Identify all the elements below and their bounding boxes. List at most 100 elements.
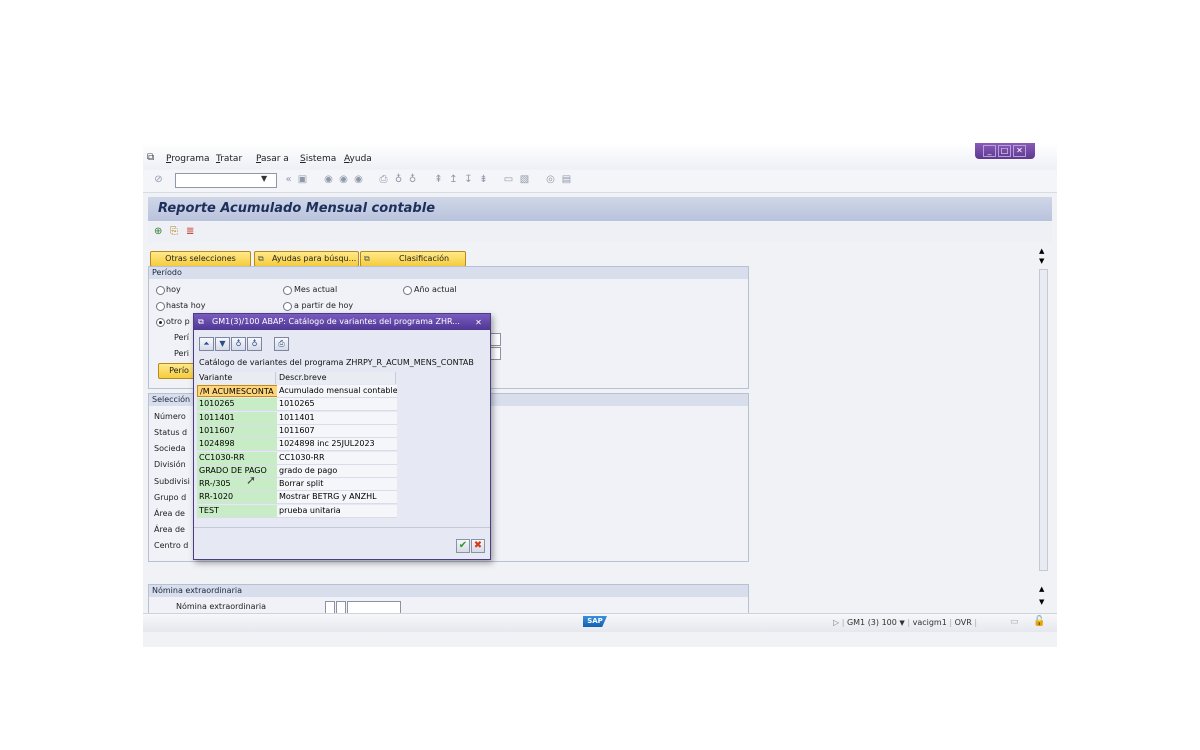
description-cell[interactable]: 1011401 [277, 411, 397, 425]
find-next-icon[interactable]: ♁ [407, 174, 418, 185]
execute-icon[interactable]: ⊕ [154, 226, 162, 237]
system-dropdown-icon[interactable]: ▼ [899, 619, 904, 627]
variant-cell[interactable]: RR-/305 [197, 478, 277, 492]
dialog-title-bar[interactable]: ⧉ GM1(3)/100 ABAP: Catálogo de variantes… [194, 314, 490, 330]
print-icon[interactable]: ⎙ [378, 174, 389, 185]
radio-hasta-hoy[interactable] [156, 302, 165, 311]
table-row[interactable]: 1010265 1010265 [197, 398, 397, 412]
sort-button[interactable]: ⧉ Clasificación [360, 251, 466, 267]
help-icon[interactable]: ◎ [545, 174, 556, 185]
scroll-down-bottom-icon[interactable]: ▼ [1039, 598, 1044, 606]
description-cell[interactable]: CC1030-RR [277, 451, 397, 465]
variant-catalog-dialog: ⧉ GM1(3)/100 ABAP: Catálogo de variantes… [193, 313, 491, 560]
variant-cell[interactable]: CC1030-RR [197, 451, 277, 465]
scroll-track[interactable] [1039, 269, 1048, 571]
user-name: vacigm1 [912, 618, 947, 627]
column-header-variante[interactable]: Variante [197, 372, 276, 384]
description-cell[interactable]: prueba unitaria [277, 504, 397, 518]
variant-cell[interactable]: 1010265 [197, 398, 277, 412]
find-icon[interactable]: ♁ [393, 174, 404, 185]
dialog-close-icon[interactable]: ✕ [474, 318, 483, 327]
variant-cell[interactable]: GRADO DE PAGO [197, 464, 277, 478]
system-name[interactable]: GM1 (3) 100 [847, 618, 897, 627]
description-cell[interactable]: 1010265 [277, 398, 397, 412]
scroll-up-icon[interactable]: ▲ [1039, 247, 1044, 255]
filter-icon[interactable]: ▼ [215, 337, 230, 351]
find-icon[interactable]: ♁ [231, 337, 246, 351]
radio-mes-actual[interactable] [283, 286, 292, 295]
minimize-button[interactable]: _ [983, 145, 996, 157]
other-selections-button[interactable]: Otras selecciones [150, 251, 251, 267]
menu-sistema[interactable]: Sistema [300, 154, 336, 164]
variant-cell[interactable]: 1011607 [197, 424, 277, 438]
field-subdivision: Subdivisi [154, 477, 190, 486]
variant-cell[interactable]: 1011401 [197, 411, 277, 425]
find-next-icon[interactable]: ♁ [247, 337, 262, 351]
layout-icon[interactable]: ▤ [561, 174, 572, 185]
command-dropdown-icon[interactable]: ▼ [261, 174, 267, 183]
next-page-icon[interactable]: ↧ [463, 174, 474, 185]
menu-tratar[interactable]: Tratar [216, 154, 242, 164]
variant-cell[interactable]: /M ACUMESCONTA [197, 385, 279, 397]
vertical-scrollbar[interactable]: ▲ ▼ ▲ ▼ [1038, 247, 1048, 617]
description-cell[interactable]: grado de pago [277, 464, 397, 478]
scroll-down-icon[interactable]: ▼ [1039, 257, 1044, 265]
menu-programa[interactable]: Programa [166, 154, 210, 164]
table-row[interactable]: CC1030-RR CC1030-RR [197, 451, 397, 465]
cancel-button[interactable]: ✖ [471, 539, 485, 553]
dialog-window-icon: ⧉ [198, 317, 204, 326]
table-row[interactable]: RR-1020 Mostrar BETRG y ANZHL [197, 491, 397, 505]
table-row[interactable]: 1011401 1011401 [197, 411, 397, 425]
radio-ano-actual[interactable] [403, 286, 412, 295]
radio-otro-periodo[interactable] [156, 318, 165, 327]
new-session-icon[interactable]: ▭ [503, 174, 514, 185]
table-row[interactable]: /M ACUMESCONTA Acumulado mensual contable [197, 385, 397, 398]
description-cell[interactable]: 1011607 [277, 424, 397, 438]
system-info: ▷ | GM1 (3) 100 ▼ | vacigm1 | OVR | [833, 618, 978, 627]
search-help-button[interactable]: ⧉ Ayudas para búsqu... [254, 251, 359, 267]
prev-page-icon[interactable]: ↥ [448, 174, 459, 185]
enter-icon[interactable]: ⊘ [153, 174, 164, 185]
window-menu-icon[interactable]: ⧉ [147, 152, 154, 163]
table-row[interactable]: GRADO DE PAGO grado de pago [197, 464, 397, 478]
radio-hoy[interactable] [156, 286, 165, 295]
close-window-button[interactable]: ✕ [1013, 145, 1026, 157]
radio-a-partir-de-hoy[interactable] [283, 302, 292, 311]
variant-cell[interactable]: 1024898 [197, 438, 277, 452]
confirm-button[interactable]: ✔ [456, 539, 470, 553]
table-row[interactable]: TEST prueba unitaria [197, 504, 397, 518]
cancel-icon[interactable]: ◉ [353, 174, 364, 185]
scroll-up-bottom-icon[interactable]: ▲ [1039, 585, 1044, 593]
get-variant-icon[interactable]: ⎘ [170, 226, 178, 237]
description-cell[interactable]: Borrar split [277, 478, 397, 492]
field-status: Status d [154, 428, 188, 437]
nomina-field-label: Nómina extraordinaria [176, 602, 266, 611]
monitor-icon[interactable]: ▭ [1010, 617, 1019, 627]
table-row[interactable]: RR-/305 Borrar split [197, 478, 397, 492]
maximize-button[interactable]: □ [998, 145, 1011, 157]
status-arrow-icon[interactable]: ▷ [833, 618, 839, 627]
selection-options-icon[interactable]: ≣ [186, 226, 194, 237]
description-cell[interactable]: 1024898 inc 25JUL2023 [277, 438, 397, 452]
description-cell[interactable]: Mostrar BETRG y ANZHL [277, 491, 397, 505]
label-otro-periodo: otro p [166, 317, 190, 326]
table-row[interactable]: 1011607 1011607 [197, 424, 397, 438]
save-icon[interactable]: ▣ [297, 174, 308, 185]
menu-ayuda[interactable]: Ayuda [344, 154, 372, 164]
first-page-icon[interactable]: ⇞ [433, 174, 444, 185]
variant-cell[interactable]: RR-1020 [197, 491, 277, 505]
field-area-2: Área de [154, 525, 185, 534]
back-icon[interactable]: « [283, 174, 294, 185]
table-row[interactable]: 1024898 1024898 inc 25JUL2023 [197, 438, 397, 452]
description-cell[interactable]: Acumulado mensual contable [277, 385, 397, 398]
lock-icon[interactable]: 🔓 [1033, 616, 1045, 627]
back-nav-icon[interactable]: ◉ [323, 174, 334, 185]
print-icon[interactable]: ⎙ [274, 337, 289, 351]
shortcut-icon[interactable]: ▧ [519, 174, 530, 185]
sort-ascending-icon[interactable]: ⏶ [199, 337, 214, 351]
menu-pasar-a[interactable]: Pasar a [256, 154, 289, 164]
exit-icon[interactable]: ◉ [338, 174, 349, 185]
column-header-descr[interactable]: Descr.breve [277, 372, 396, 384]
variant-cell[interactable]: TEST [197, 504, 277, 518]
last-page-icon[interactable]: ⇟ [478, 174, 489, 185]
